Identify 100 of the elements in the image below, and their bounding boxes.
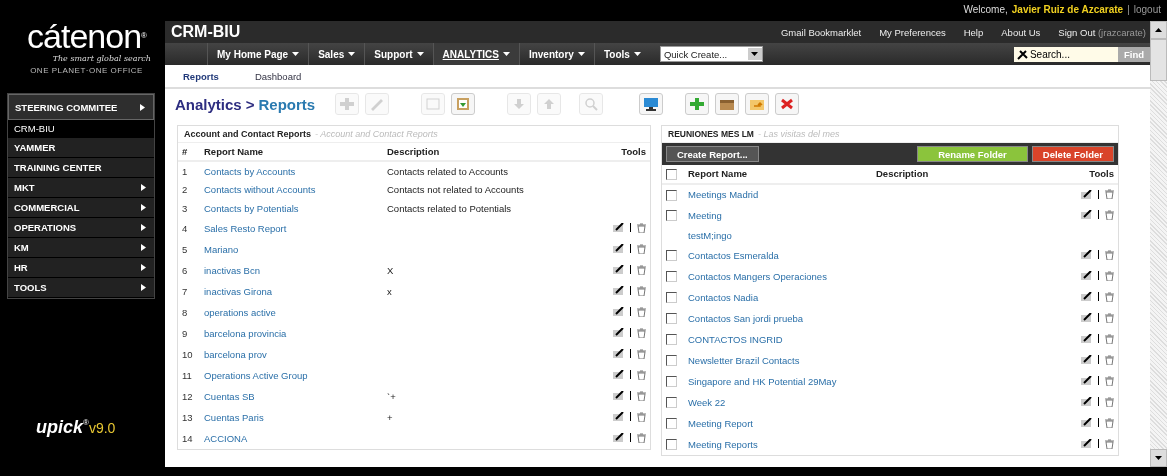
edit-icon[interactable] (613, 244, 624, 254)
report-link[interactable]: Contactos Nadia (688, 292, 759, 303)
report-link[interactable]: barcelona prov (204, 349, 267, 360)
trash-icon[interactable] (1105, 354, 1114, 365)
report-link[interactable]: testM;ingo (688, 230, 732, 241)
sidebar-item[interactable]: HR (8, 258, 154, 278)
trash-icon[interactable] (637, 327, 646, 338)
edit-icon[interactable] (613, 223, 624, 233)
sidebar-item[interactable]: TOOLS (8, 278, 154, 298)
edit-icon[interactable] (613, 307, 624, 317)
checkbox[interactable] (666, 271, 677, 283)
edit-icon[interactable] (1081, 189, 1092, 199)
monitor-icon[interactable] (639, 93, 663, 115)
report-link[interactable]: Meeting Reports (688, 439, 758, 450)
checkbox[interactable] (666, 189, 677, 201)
trash-icon[interactable] (1105, 333, 1114, 344)
search-field[interactable]: Search... (1013, 46, 1118, 62)
edit-icon[interactable] (613, 391, 624, 401)
report-link[interactable]: CONTACTOS INGRID (688, 334, 783, 345)
scroll-up-button[interactable] (1150, 21, 1167, 39)
sidebar-item[interactable]: CRM-BIU (8, 120, 154, 138)
edit-icon[interactable] (1081, 376, 1092, 386)
checkbox[interactable] (666, 169, 677, 180)
trash-icon[interactable] (637, 243, 646, 254)
quick-create-dropdown[interactable]: Quick Create... (659, 46, 763, 62)
report-link[interactable]: inactivas Girona (204, 286, 273, 297)
trash-icon[interactable] (637, 285, 646, 296)
breadcrumb-link[interactable]: Analytics (175, 95, 242, 113)
checkbox[interactable] (666, 355, 677, 367)
nav-tab[interactable]: ANALYTICS (432, 43, 519, 65)
checkbox[interactable] (666, 334, 677, 346)
checkbox[interactable] (666, 292, 677, 304)
report-link[interactable]: Contactos Mangers Operaciones (688, 271, 827, 282)
edit-icon[interactable] (1081, 250, 1092, 260)
report-link[interactable]: Contactos San jordi prueba (688, 313, 804, 324)
trash-icon[interactable] (1105, 270, 1114, 281)
sidebar-item[interactable]: STEERING COMMITEE (8, 94, 154, 120)
header-link[interactable]: About Us (1001, 26, 1041, 38)
edit-icon[interactable] (1081, 355, 1092, 365)
report-link[interactable]: Contacts by Potentials (204, 203, 299, 214)
checkbox[interactable] (666, 376, 677, 388)
trash-icon[interactable] (637, 369, 646, 380)
trash-icon[interactable] (1105, 438, 1114, 449)
report-link[interactable]: Operations Active Group (204, 370, 308, 381)
trash-icon[interactable] (637, 348, 646, 359)
trash-icon[interactable] (1105, 189, 1114, 200)
trash-icon[interactable] (1105, 209, 1114, 220)
header-link[interactable]: My Preferences (879, 26, 946, 38)
create-report-button[interactable]: Create Report... (666, 146, 759, 162)
scroll-down-button[interactable] (1150, 449, 1167, 467)
report-link[interactable]: inactivas Bcn (204, 265, 260, 276)
delete-icon[interactable] (775, 93, 799, 115)
edit-icon[interactable] (1081, 313, 1092, 323)
edit-icon[interactable] (613, 349, 624, 359)
checkbox[interactable] (666, 397, 677, 409)
report-link[interactable]: ACCIONA (204, 433, 248, 444)
trash-icon[interactable] (637, 411, 646, 422)
report-link[interactable]: barcelona provincia (204, 328, 287, 339)
trash-icon[interactable] (637, 432, 646, 443)
edit-icon[interactable] (613, 433, 624, 443)
trash-icon[interactable] (637, 222, 646, 233)
report-link[interactable]: Contactos Esmeralda (688, 250, 779, 261)
sub-tab[interactable]: Reports (183, 70, 219, 82)
sub-tab[interactable]: Dashboard (254, 70, 302, 82)
checkbox[interactable] (666, 418, 677, 430)
sign-out-link[interactable]: Sign Out (jrazcarate) (1058, 26, 1146, 38)
checkbox[interactable] (666, 250, 677, 262)
edit-icon[interactable] (1081, 210, 1092, 220)
edit-icon[interactable] (613, 412, 624, 422)
scrollbar[interactable] (1150, 21, 1167, 467)
report-link[interactable]: Meeting Report (688, 418, 753, 429)
checkbox[interactable] (666, 439, 677, 451)
trash-icon[interactable] (1105, 375, 1114, 386)
report-link[interactable]: Contacts by Accounts (204, 165, 296, 177)
trash-icon[interactable] (1105, 249, 1114, 260)
clipboard-icon[interactable] (451, 93, 475, 115)
report-link[interactable]: Contacts without Accounts (204, 184, 316, 195)
add-icon[interactable] (685, 93, 709, 115)
edit-icon[interactable] (613, 370, 624, 380)
edit-icon[interactable] (1081, 418, 1092, 428)
sidebar-item[interactable]: KM (8, 238, 154, 258)
sidebar-item[interactable]: OPERATIONS (8, 218, 154, 238)
header-link[interactable]: Gmail Bookmarklet (780, 26, 862, 38)
report-link[interactable]: Week 22 (688, 397, 726, 408)
header-link[interactable]: Help (963, 26, 984, 38)
report-link[interactable]: Mariano (204, 244, 239, 255)
box-icon[interactable] (715, 93, 739, 115)
delete-folder-button[interactable]: Delete Folder (1031, 146, 1114, 162)
checkbox[interactable] (666, 210, 677, 222)
report-link[interactable]: Sales Resto Report (204, 223, 287, 234)
edit-icon[interactable] (613, 286, 624, 296)
folder-icon[interactable] (745, 93, 769, 115)
edit-icon[interactable] (1081, 271, 1092, 281)
sidebar-item[interactable]: YAMMER (8, 138, 154, 158)
trash-icon[interactable] (1105, 417, 1114, 428)
trash-icon[interactable] (1105, 291, 1114, 302)
report-link[interactable]: Newsletter Brazil Contacts (688, 355, 800, 366)
trash-icon[interactable] (637, 264, 646, 275)
sidebar-item[interactable]: MKT (8, 178, 154, 198)
sidebar-item[interactable]: COMMERCIAL (8, 198, 154, 218)
